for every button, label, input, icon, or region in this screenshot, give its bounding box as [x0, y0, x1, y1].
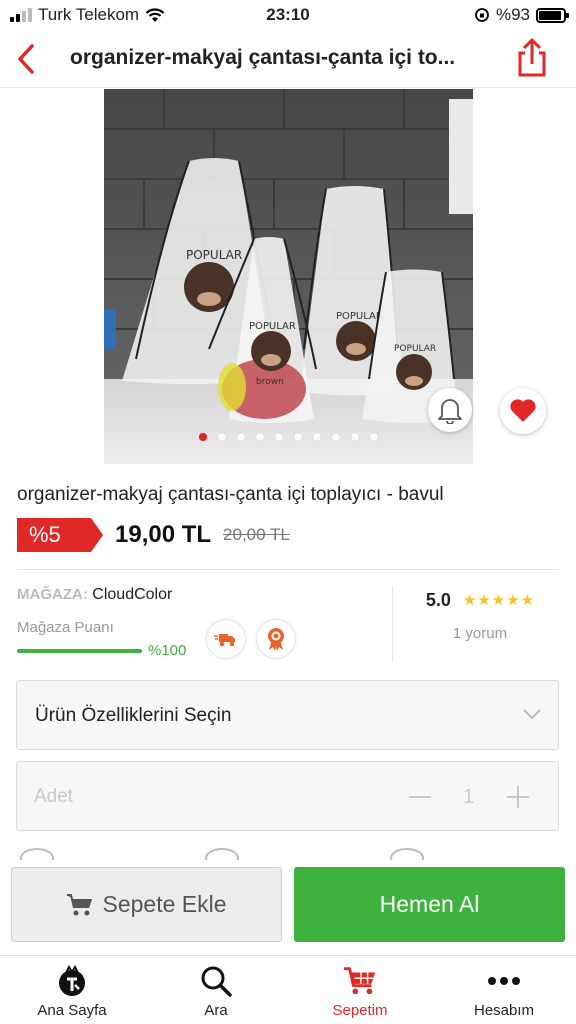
tab-label: Hesabım — [473, 1002, 535, 1019]
rating-summary[interactable]: 5.0 ★ ★ ★ ★ ★ 1 yorum — [400, 590, 560, 642]
star-icon: ★ — [506, 592, 520, 609]
cart-icon — [67, 893, 93, 915]
add-to-cart-button[interactable]: Sepete Ekle — [11, 867, 282, 942]
tab-label: Ara — [204, 1002, 228, 1019]
bell-icon — [438, 399, 462, 424]
nav-bar: organizer-makyaj çantası-çanta içi to... — [0, 30, 576, 88]
select-label: Ürün Özelliklerini Seçin — [35, 705, 232, 726]
more-icon — [488, 977, 520, 985]
gallery-dot[interactable] — [199, 433, 207, 441]
star-icon: ★ — [477, 592, 491, 609]
vertical-divider — [392, 586, 393, 662]
store-info[interactable]: MAĞAZA: CloudColor Mağaza Puanı %100 — [17, 586, 387, 666]
tab-cart[interactable]: Sepetim — [288, 956, 432, 1024]
home-logo-icon — [59, 965, 85, 996]
buy-now-label: Hemen Al — [379, 891, 480, 917]
discount-badge: %5 — [17, 518, 103, 552]
bag-print-subtext: brown — [256, 377, 284, 387]
store-name[interactable]: CloudColor — [92, 586, 172, 603]
bag-print-text: POPULAR — [394, 344, 436, 354]
truck-icon — [214, 634, 235, 647]
award-icon — [268, 628, 284, 651]
divider — [17, 569, 559, 570]
bag-print-text: POPULAR — [336, 311, 383, 322]
favorite-button[interactable] — [500, 388, 546, 434]
review-count[interactable]: 1 yorum — [400, 625, 560, 642]
plus-icon[interactable] — [505, 780, 531, 814]
battery-percent: %93 — [495, 5, 530, 24]
tab-account[interactable]: Hesabım — [432, 956, 576, 1024]
back-icon[interactable] — [12, 40, 42, 78]
gallery-dot[interactable] — [332, 433, 340, 441]
purchase-action-bar: Sepete Ekle Hemen Al — [0, 860, 576, 954]
store-label: MAĞAZA: — [17, 586, 88, 603]
heart-icon — [510, 399, 536, 422]
product-title: organizer-makyaj çantası-çanta içi topla… — [17, 484, 444, 505]
store-line: MAĞAZA: CloudColor — [17, 586, 387, 604]
tab-search[interactable]: Ara — [144, 956, 288, 1024]
store-score-value: %100 — [148, 642, 187, 659]
price-row: %5 19,00 TL 20,00 TL — [17, 518, 290, 552]
store-score-label: Mağaza Puanı — [17, 619, 114, 636]
gallery-dot[interactable] — [351, 433, 359, 441]
status-bar: Turk Telekom 23:10 %93 — [0, 0, 576, 30]
gallery-dot[interactable] — [275, 433, 283, 441]
chevron-down-icon — [523, 709, 541, 720]
cart-icon — [343, 967, 376, 995]
add-to-cart-label: Sepete Ekle — [102, 891, 227, 917]
quantity-stepper[interactable]: Adet 1 — [16, 761, 559, 831]
product-photo: POPULAR POPULAR POPULAR POPULAR brown — [104, 89, 473, 464]
product-image-gallery[interactable]: POPULAR POPULAR POPULAR POPULAR brown — [104, 89, 473, 464]
current-price: 19,00 TL — [115, 521, 212, 548]
old-price: 20,00 TL — [223, 525, 290, 544]
gallery-dot[interactable] — [256, 433, 264, 441]
product-options-select[interactable]: Ürün Özelliklerini Seçin — [16, 680, 559, 750]
star-icon: ★ — [462, 592, 477, 609]
page-title: organizer-makyaj çantası-çanta içi to... — [70, 46, 456, 69]
store-score-bar — [17, 649, 142, 653]
star-icon: ★ — [520, 592, 535, 609]
share-icon[interactable] — [512, 38, 552, 78]
rating-value: 5.0 — [425, 590, 451, 610]
gallery-dot[interactable] — [294, 433, 302, 441]
bottom-tab-bar: Ana Sayfa Ara Sepetim Hesabım — [0, 955, 576, 1024]
tab-label: Sepetim — [332, 1002, 388, 1019]
gallery-dot[interactable] — [313, 433, 321, 441]
quantity-label: Adet — [34, 786, 74, 807]
price-alert-button[interactable] — [428, 388, 472, 432]
bag-print-text: POPULAR — [249, 321, 296, 332]
gallery-dot[interactable] — [218, 433, 226, 441]
bag-print-text: POPULAR — [186, 248, 242, 262]
star-icon: ★ — [491, 592, 506, 609]
gallery-dot[interactable] — [370, 433, 378, 441]
quality-badge[interactable] — [257, 620, 295, 658]
tab-home[interactable]: Ana Sayfa — [0, 956, 144, 1024]
gallery-dot[interactable] — [237, 433, 245, 441]
search-icon — [201, 966, 232, 997]
battery-icon — [536, 7, 569, 23]
tab-label: Ana Sayfa — [37, 1002, 107, 1019]
rating-stars: ★ ★ ★ ★ ★ — [463, 593, 534, 608]
gallery-pagination — [104, 433, 473, 441]
quantity-value: 1 — [463, 786, 475, 808]
buy-now-button[interactable]: Hemen Al — [294, 867, 565, 942]
orientation-lock-icon — [475, 8, 489, 22]
fast-shipping-badge[interactable] — [207, 620, 245, 658]
minus-icon[interactable] — [407, 780, 433, 814]
status-right: %93 — [474, 5, 569, 25]
